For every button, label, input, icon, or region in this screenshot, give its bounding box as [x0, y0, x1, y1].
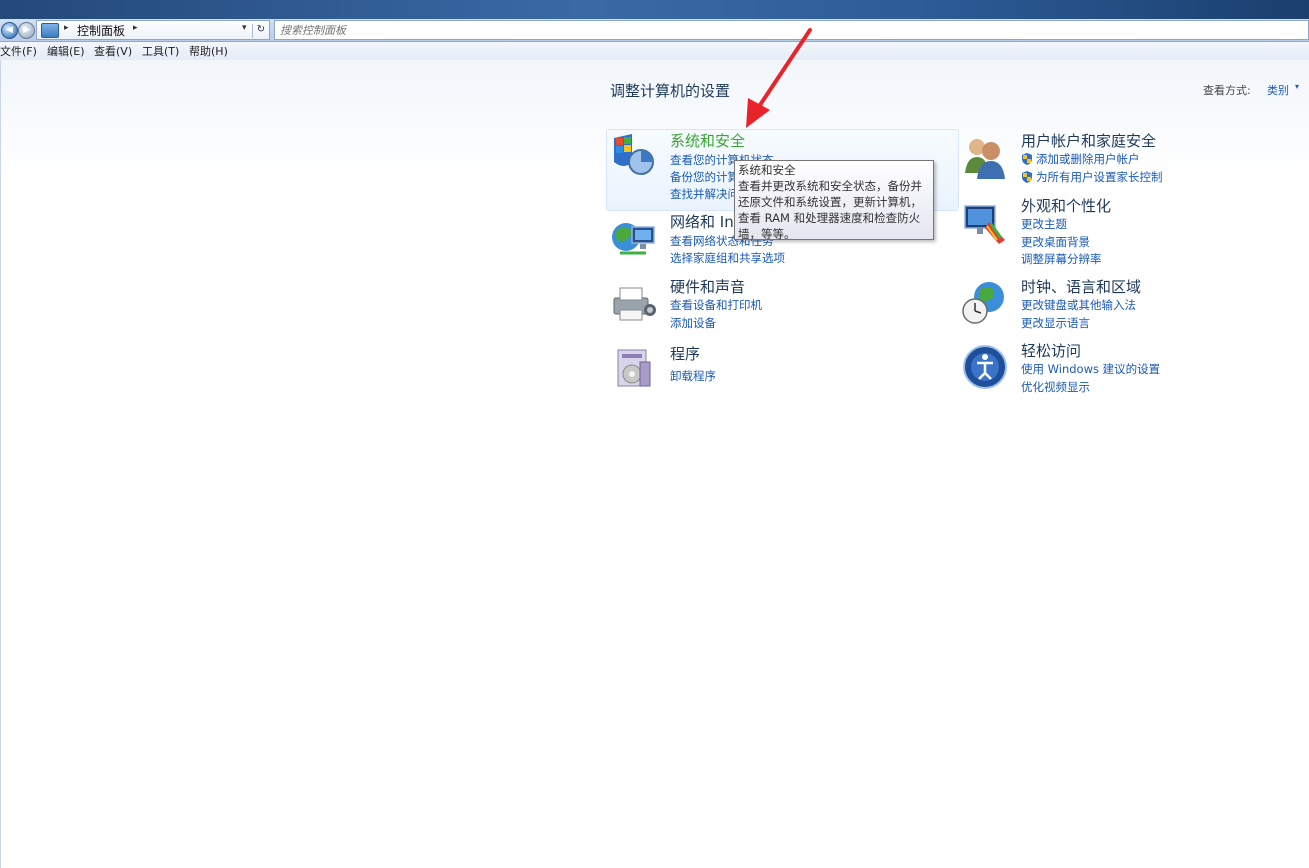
category-hardware-sound-title[interactable]: 硬件和声音 — [670, 276, 745, 297]
search-box[interactable] — [274, 20, 1309, 40]
link-add-device[interactable]: 添加设备 — [670, 315, 716, 331]
address-bar-row: ◀ ▶ ▸ 控制面板 ▸ ▾ ↻ — [0, 19, 1309, 42]
category-user-accounts-title[interactable]: 用户帐户和家庭安全 — [1021, 130, 1156, 151]
category-system-security-title[interactable]: 系统和安全 — [670, 130, 745, 151]
link-uninstall-program[interactable]: 卸载程序 — [670, 368, 716, 384]
breadcrumb-control-panel[interactable]: 控制面板 — [77, 22, 125, 39]
category-programs-title[interactable]: 程序 — [670, 343, 700, 364]
chevron-down-icon[interactable]: ▾ — [1295, 82, 1299, 91]
link-change-keyboard[interactable]: 更改键盘或其他输入法 — [1021, 297, 1136, 313]
menu-view[interactable]: 查看(V) — [94, 43, 132, 59]
tooltip-line: 查看并更改系统和安全状态，备份并 — [738, 179, 922, 193]
search-input[interactable] — [275, 21, 1308, 39]
back-arrow-icon[interactable]: ◀ — [1, 22, 18, 39]
forward-arrow-icon[interactable]: ▶ — [18, 22, 35, 39]
tooltip-line: 查看 RAM 和处理器速度和检查防火 — [738, 211, 921, 225]
link-change-display-language[interactable]: 更改显示语言 — [1021, 315, 1090, 331]
link-optimize-video-display[interactable]: 优化视频显示 — [1021, 379, 1090, 395]
link-devices-printers[interactable]: 查看设备和打印机 — [670, 297, 762, 313]
link-adjust-resolution[interactable]: 调整屏幕分辨率 — [1021, 251, 1102, 267]
tooltip-line: 系统和安全 — [738, 163, 796, 177]
uac-shield-icon — [1022, 153, 1032, 165]
window-title-strip — [0, 0, 1309, 19]
tooltip-line: 还原文件和系统设置，更新计算机， — [738, 195, 922, 209]
view-by-label: 查看方式: — [1203, 84, 1251, 97]
link-change-desktop-background[interactable]: 更改桌面背景 — [1021, 234, 1090, 250]
control-panel-content: 调整计算机的设置 查看方式: 类别 ▾ 系统和安全 查看您的计算机状态 备份您的… — [0, 60, 1309, 868]
link-parental-controls-label[interactable]: 为所有用户设置家长控制 — [1036, 170, 1163, 184]
page-title: 调整计算机的设置 — [610, 82, 731, 100]
link-parental-controls[interactable]: 为所有用户设置家长控制 — [1021, 169, 1163, 185]
link-add-remove-accounts[interactable]: 添加或删除用户帐户 — [1021, 151, 1140, 167]
control-panel-icon — [41, 23, 59, 38]
breadcrumb-separator-icon[interactable]: ▸ — [133, 23, 138, 33]
category-tooltip: 系统和安全 查看并更改系统和安全状态，备份并 还原文件和系统设置，更新计算机， … — [734, 160, 934, 241]
category-appearance-title[interactable]: 外观和个性化 — [1021, 195, 1111, 216]
menu-help[interactable]: 帮助(H) — [189, 43, 228, 59]
link-windows-recommended-settings[interactable]: 使用 Windows 建议的设置 — [1021, 361, 1160, 377]
menu-file[interactable]: 文件(F) — [0, 43, 37, 59]
network-icon[interactable] — [610, 215, 658, 263]
breadcrumb-separator-icon[interactable]: ▸ — [64, 23, 69, 33]
category-clock-language-title[interactable]: 时钟、语言和区域 — [1021, 276, 1141, 297]
address-dropdown-icon[interactable]: ▾ — [242, 23, 247, 33]
appearance-icon[interactable] — [961, 200, 1009, 248]
address-box[interactable]: ▸ 控制面板 ▸ ▾ ↻ — [36, 20, 270, 40]
menu-edit[interactable]: 编辑(E) — [47, 43, 85, 59]
menu-tools[interactable]: 工具(T) — [142, 43, 179, 59]
refresh-icon[interactable]: ↻ — [252, 24, 269, 38]
link-change-theme[interactable]: 更改主题 — [1021, 216, 1067, 232]
uac-shield-icon — [1022, 171, 1032, 183]
hardware-sound-icon[interactable] — [610, 280, 658, 328]
link-add-remove-accounts-label[interactable]: 添加或删除用户帐户 — [1036, 152, 1140, 166]
system-security-icon[interactable] — [610, 132, 658, 180]
category-ease-of-access-title[interactable]: 轻松访问 — [1021, 340, 1081, 361]
link-homegroup-sharing[interactable]: 选择家庭组和共享选项 — [670, 250, 785, 266]
tooltip-line: 墙，等等。 — [738, 227, 796, 241]
programs-icon[interactable] — [610, 344, 658, 392]
user-accounts-icon[interactable] — [961, 133, 1009, 181]
view-by-dropdown[interactable]: 类别 — [1267, 82, 1289, 98]
clock-language-icon[interactable] — [961, 279, 1009, 327]
ease-of-access-icon[interactable] — [961, 343, 1009, 391]
menu-bar: 文件(F) 编辑(E) 查看(V) 工具(T) 帮助(H) — [0, 42, 1309, 60]
window-left-border — [0, 60, 1, 868]
